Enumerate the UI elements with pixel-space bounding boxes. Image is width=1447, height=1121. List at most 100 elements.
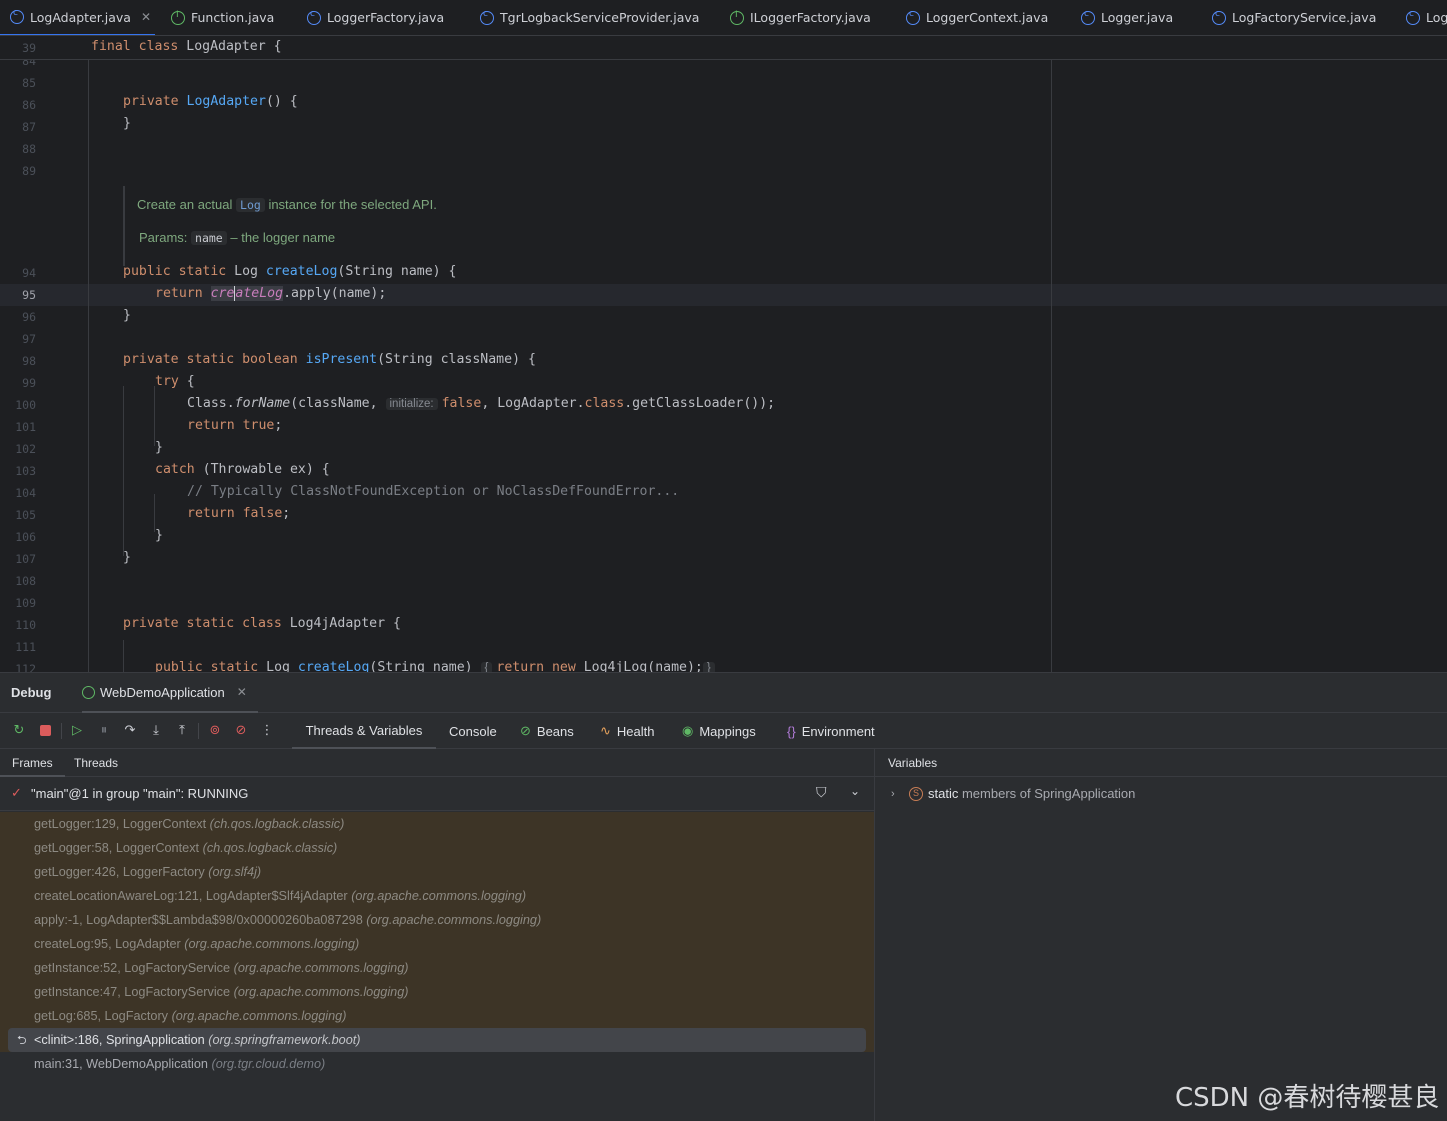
line-number: 98 — [22, 354, 36, 368]
stack-frame-selected[interactable]: ⮌ <clinit>:186, SpringApplication (org.s… — [8, 1028, 866, 1052]
stack-frame[interactable]: main:31, WebDemoApplication (org.tgr.clo… — [0, 1052, 874, 1076]
tab-log[interactable]: Log — [1396, 0, 1447, 35]
debug-title: Debug — [11, 685, 52, 700]
chevron-right-icon[interactable]: › — [891, 777, 895, 811]
tab-iloggerfactory[interactable]: ILoggerFactory.java — [720, 0, 871, 35]
watermark: CSDN @春树待樱甚良 — [1175, 1083, 1440, 1113]
frame-package: (org.tgr.cloud.demo) — [211, 1057, 326, 1071]
doc-text: instance for the selected API. — [268, 197, 437, 212]
code-line: catch (Throwable ex) { — [155, 462, 330, 477]
tab-label: LoggerFactory.java — [327, 10, 445, 25]
frame-method: main:31, WebDemoApplication — [34, 1057, 208, 1071]
tab-beans[interactable]: ⊘ Beans — [520, 713, 574, 749]
tab-label: TgrLogbackServiceProvider.java — [500, 10, 700, 25]
variables-header: Variables — [875, 749, 1447, 777]
inlay-hint: initialize: — [385, 398, 438, 410]
tab-console[interactable]: Console — [449, 713, 497, 749]
line-number: 103 — [15, 464, 36, 478]
tab-loggerfactory[interactable]: LoggerFactory.java — [297, 0, 444, 35]
tab-tgrlogbackserviceprovider[interactable]: TgrLogbackServiceProvider.java — [470, 0, 699, 35]
indent-guide — [88, 60, 89, 672]
checkmark-icon: ✓ — [11, 785, 22, 800]
tab-label: Health — [616, 723, 655, 739]
step-out-icon[interactable]: ⤒ — [174, 723, 190, 739]
code-line: } — [155, 528, 163, 543]
variable-desc: members of SpringApplication — [961, 786, 1136, 801]
return-arrow-icon: ⮌ — [17, 1033, 27, 1047]
tab-mappings[interactable]: ◉ Mappings — [682, 713, 756, 749]
code-line: private static boolean isPresent(String … — [123, 352, 536, 367]
indent-guide — [154, 386, 155, 446]
thread-selector[interactable]: ✓ "main"@1 in group "main": RUNNING ⛉ ⌄ — [0, 777, 874, 811]
tab-label: Mappings — [699, 723, 756, 739]
code-line: public static Log createLog(String name)… — [155, 660, 719, 672]
debug-session-tab[interactable]: WebDemoApplication ✕ — [82, 673, 258, 713]
variable-row[interactable]: › S static members of SpringApplication — [875, 777, 1447, 811]
line-number: 88 — [22, 142, 36, 156]
step-into-icon[interactable]: ⤓ — [148, 723, 164, 739]
stack-frame[interactable]: getInstance:47, LogFactoryService (org.a… — [0, 980, 874, 1004]
class-icon — [1081, 9, 1095, 25]
resume-icon[interactable]: ▷ — [69, 723, 85, 739]
rerun-icon[interactable]: ↻ — [11, 723, 27, 739]
frames-subtabs: Frames Threads — [0, 749, 874, 777]
stack-frame[interactable]: getLogger:58, LoggerContext (ch.qos.logb… — [0, 836, 874, 860]
chevron-down-icon[interactable]: ⌄ — [850, 784, 860, 798]
interface-icon — [730, 10, 744, 25]
code-editor[interactable]: 84 85 86 87 88 89 94 95 96 97 98 99 100 … — [0, 36, 1447, 672]
editor-tab-bar: LogAdapter.java ✕ Function.java LoggerFa… — [0, 0, 1447, 36]
filter-icon[interactable]: ⛉ — [816, 784, 827, 801]
stop-icon[interactable] — [37, 723, 53, 739]
frame-method: getLogger:426, LoggerFactory — [34, 865, 205, 879]
line-number-current: 95 — [22, 288, 36, 302]
stack-frame[interactable]: getLog:685, LogFactory (org.apache.commo… — [0, 1004, 874, 1028]
doc-params: Params: name – the logger name — [139, 230, 335, 245]
frame-package: (ch.qos.logback.classic) — [209, 817, 345, 831]
stack-frame[interactable]: getInstance:52, LogFactoryService (org.a… — [0, 956, 874, 980]
pause-icon[interactable]: ⏸ — [96, 723, 112, 739]
stack-frame[interactable]: createLocationAwareLog:121, LogAdapter$S… — [0, 884, 874, 908]
tab-loggercontext[interactable]: LoggerContext.java — [896, 0, 1048, 35]
toolbar-separator — [198, 723, 199, 739]
subtab-threads[interactable]: Threads — [62, 749, 130, 777]
subtab-frames[interactable]: Frames — [0, 749, 65, 777]
mute-breakpoints-icon[interactable]: ⊘ — [233, 723, 249, 739]
frame-method: createLocationAwareLog:121, LogAdapter$S… — [34, 889, 348, 903]
code-line: try { — [155, 374, 195, 389]
doc-summary: Create an actual Log instance for the se… — [137, 197, 437, 212]
close-icon[interactable]: ✕ — [141, 10, 151, 24]
step-over-icon[interactable]: ↷ — [122, 723, 138, 739]
doc-code-ref[interactable]: Log — [236, 198, 265, 212]
tab-health[interactable]: ∿ Health — [600, 713, 654, 749]
stack-frame[interactable]: getLogger:129, LoggerContext (ch.qos.log… — [0, 812, 874, 836]
frames-panel: Frames Threads ✓ "main"@1 in group "main… — [0, 749, 874, 1121]
environment-icon: {} — [787, 723, 796, 739]
close-icon[interactable]: ✕ — [237, 685, 247, 699]
class-icon — [906, 9, 920, 25]
tab-label: Environment — [801, 723, 875, 739]
line-number: 86 — [22, 98, 36, 112]
view-breakpoints-icon[interactable]: ⊚ — [207, 723, 223, 739]
tab-threads-variables[interactable]: Threads & Variables — [292, 713, 436, 749]
tab-logger[interactable]: Logger.java — [1071, 0, 1173, 35]
static-icon: S — [909, 787, 923, 801]
tab-logadapter[interactable]: LogAdapter.java ✕ — [0, 0, 155, 35]
more-icon[interactable]: ⋮ — [259, 723, 275, 739]
tab-label: Logger.java — [1101, 10, 1174, 25]
code-comment: // Typically ClassNotFoundException or N… — [187, 484, 680, 499]
line-number: 106 — [15, 530, 36, 544]
stack-frame[interactable]: apply:-1, LogAdapter$$Lambda$98/0x000002… — [0, 908, 874, 932]
code-line: return true; — [187, 418, 283, 433]
health-icon: ∿ — [600, 723, 611, 738]
line-number: 107 — [15, 552, 36, 566]
line-number: 94 — [22, 266, 36, 280]
tab-logfactoryservice[interactable]: LogFactoryService.java — [1202, 0, 1376, 35]
tab-function[interactable]: Function.java — [161, 0, 274, 35]
line-number: 87 — [22, 120, 36, 134]
doc-params-label: Params: — [139, 230, 188, 245]
stack-frame[interactable]: getLogger:426, LoggerFactory (org.slf4j) — [0, 860, 874, 884]
stack-frame[interactable]: createLog:95, LogAdapter (org.apache.com… — [0, 932, 874, 956]
tab-environment[interactable]: {} Environment — [787, 713, 875, 749]
code-line: } — [123, 116, 131, 131]
sticky-scope-header[interactable]: 39 final class LogAdapter { — [0, 36, 1447, 60]
